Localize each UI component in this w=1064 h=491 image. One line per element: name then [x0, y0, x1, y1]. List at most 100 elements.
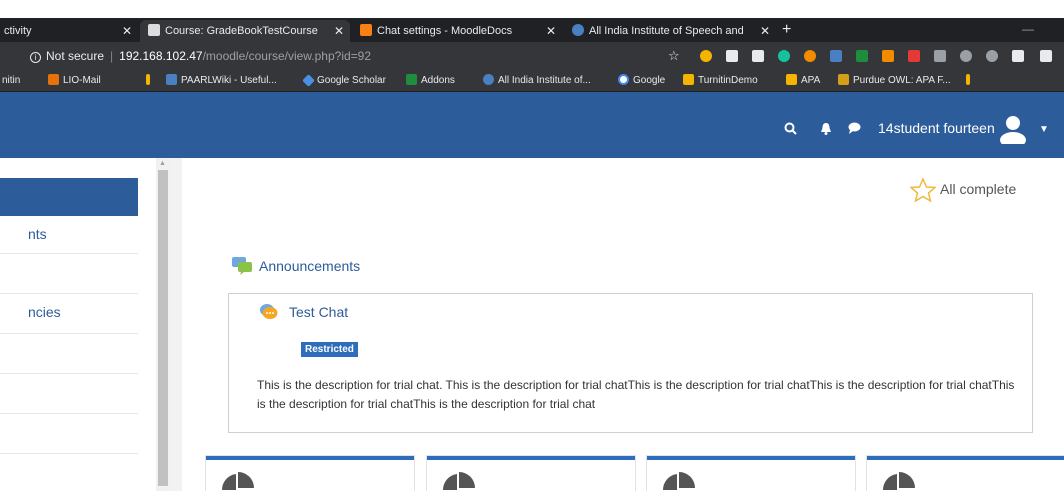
- course-card[interactable]: [647, 456, 855, 491]
- bookmark-label: APA: [801, 75, 821, 86]
- star-outline-icon: [909, 177, 937, 203]
- drawer-item[interactable]: [0, 254, 138, 294]
- drawer-item-active[interactable]: [0, 178, 138, 216]
- address-bar[interactable]: i Not secure | 192.168.102.47/moodle/course…: [30, 46, 670, 67]
- bookmark-label: Purdue OWL: APA F...: [853, 75, 951, 86]
- bookmark-item[interactable]: [966, 70, 974, 92]
- tab-close-icon[interactable]: ✕: [760, 20, 770, 42]
- chevron-down-icon[interactable]: ▼: [1039, 124, 1049, 135]
- extension-icon[interactable]: [1012, 50, 1024, 62]
- pie-chart-icon: [221, 472, 254, 490]
- bookmark-label: All India Institute of...: [498, 75, 591, 86]
- nav-drawer: nts ncies: [0, 158, 158, 491]
- scrollbar-thumb[interactable]: [158, 170, 168, 486]
- user-avatar-icon[interactable]: [997, 114, 1029, 144]
- bookmark-star-icon[interactable]: ☆: [668, 48, 680, 64]
- bookmark-item[interactable]: TurnitinDemo: [683, 70, 758, 92]
- new-tab-button[interactable]: +: [782, 20, 791, 40]
- minimize-icon[interactable]: —: [1022, 22, 1034, 36]
- tab-chat-settings[interactable]: Chat settings - MoodleDocs ✕: [352, 20, 562, 42]
- user-menu-name[interactable]: 14student fourteen: [878, 120, 995, 136]
- url-path: /moodle/course/view.php?id=92: [202, 49, 372, 63]
- info-icon[interactable]: i: [30, 52, 41, 63]
- browser-tab-strip: ctivity ✕ Course: GradeBookTestCourse ✕ …: [0, 18, 1064, 42]
- mail-icon: [48, 74, 59, 85]
- drawer-item[interactable]: [0, 414, 138, 454]
- bookmark-item[interactable]: Google: [618, 70, 665, 92]
- bookmark-label: TurnitinDemo: [698, 75, 758, 86]
- announcements-link[interactable]: Announcements: [231, 256, 360, 276]
- drawer-item[interactable]: [0, 334, 138, 374]
- restricted-badge: Restricted: [301, 342, 358, 357]
- activity-description: This is the description for trial chat. …: [257, 378, 1015, 411]
- security-label: Not secure: [46, 49, 105, 63]
- extension-icon[interactable]: [700, 50, 712, 62]
- moodledocs-favicon-icon: [360, 24, 372, 36]
- tab-close-icon[interactable]: ✕: [334, 20, 344, 42]
- extension-icon[interactable]: [934, 50, 946, 62]
- bookmark-item[interactable]: Google Scholar: [302, 70, 386, 92]
- url-host: 192.168.102.47: [119, 49, 203, 63]
- completion-label: All complete: [940, 181, 1017, 197]
- extension-icon[interactable]: [908, 50, 920, 62]
- drawer-item[interactable]: ncies: [0, 294, 138, 334]
- test-chat-link[interactable]: Test Chat: [259, 302, 348, 322]
- pie-chart-icon: [442, 472, 475, 490]
- drawer-gutter: [170, 158, 182, 491]
- info-bookmark-icon: [966, 74, 970, 85]
- extension-icon[interactable]: [804, 50, 816, 62]
- drawer-item[interactable]: nts: [0, 216, 138, 254]
- notifications-bell-icon[interactable]: [820, 122, 832, 138]
- moodle-favicon-icon: [148, 24, 160, 36]
- addons-icon: [406, 74, 417, 85]
- folder-icon: [786, 74, 797, 85]
- course-card[interactable]: [427, 456, 635, 491]
- course-card[interactable]: [206, 456, 414, 491]
- bookmark-item[interactable]: nitin: [2, 70, 20, 92]
- course-card[interactable]: [867, 456, 1064, 491]
- extension-icon[interactable]: [960, 50, 972, 62]
- bookmarks-bar: nitin LIO-Mail PAARLWiki - Useful... Goo…: [0, 70, 1064, 92]
- tab-course[interactable]: Course: GradeBookTestCourse ✕: [140, 20, 350, 42]
- bookmark-item[interactable]: LIO-Mail: [48, 70, 101, 92]
- divider: |: [110, 49, 114, 63]
- bookmark-label: LIO-Mail: [63, 75, 101, 86]
- tab-title: All India Institute of Speech and: [589, 25, 744, 37]
- bookmark-item[interactable]: All India Institute of...: [483, 70, 591, 92]
- extension-icon[interactable]: [882, 50, 894, 62]
- download-icon[interactable]: [830, 50, 842, 62]
- aiish-favicon-icon: [572, 24, 584, 36]
- extension-icon[interactable]: [726, 50, 738, 62]
- bookmark-label: nitin: [2, 75, 21, 86]
- wiki-icon: [166, 74, 177, 85]
- tab-close-icon[interactable]: ✕: [122, 20, 132, 42]
- bookmark-item[interactable]: APA: [786, 70, 820, 92]
- tab-aiish[interactable]: All India Institute of Speech and ✕: [564, 20, 776, 42]
- extension-icon[interactable]: [856, 50, 868, 62]
- drawer-scrollbar[interactable]: ▲: [156, 158, 170, 491]
- folder-icon: [683, 74, 694, 85]
- search-icon[interactable]: [784, 122, 797, 138]
- tab-activity[interactable]: ctivity ✕: [0, 20, 138, 42]
- bookmark-label: Google: [633, 75, 666, 86]
- bookmark-item[interactable]: [146, 70, 154, 92]
- google-icon: [618, 74, 629, 85]
- bookmark-item[interactable]: Addons: [406, 70, 455, 92]
- grammarly-icon[interactable]: [778, 50, 790, 62]
- drawer-item-label: ncies: [28, 304, 61, 320]
- drawer-item[interactable]: [0, 374, 138, 414]
- bookmark-label: Addons: [421, 75, 455, 86]
- pie-chart-icon: [662, 472, 695, 490]
- purdue-icon: [838, 74, 849, 85]
- bookmark-item[interactable]: PAARLWiki - Useful...: [166, 70, 277, 92]
- tab-title: ctivity: [4, 25, 32, 37]
- tab-title: Chat settings - MoodleDocs: [377, 25, 513, 37]
- extension-icon[interactable]: [986, 50, 998, 62]
- chat-icon: [260, 304, 278, 319]
- bookmark-item[interactable]: Purdue OWL: APA F...: [838, 70, 951, 92]
- messages-icon[interactable]: [848, 122, 861, 137]
- puzzle-icon[interactable]: [1040, 50, 1052, 62]
- tab-close-icon[interactable]: ✕: [546, 20, 556, 42]
- extension-icon[interactable]: [752, 50, 764, 62]
- scroll-up-arrow-icon[interactable]: ▲: [159, 160, 166, 167]
